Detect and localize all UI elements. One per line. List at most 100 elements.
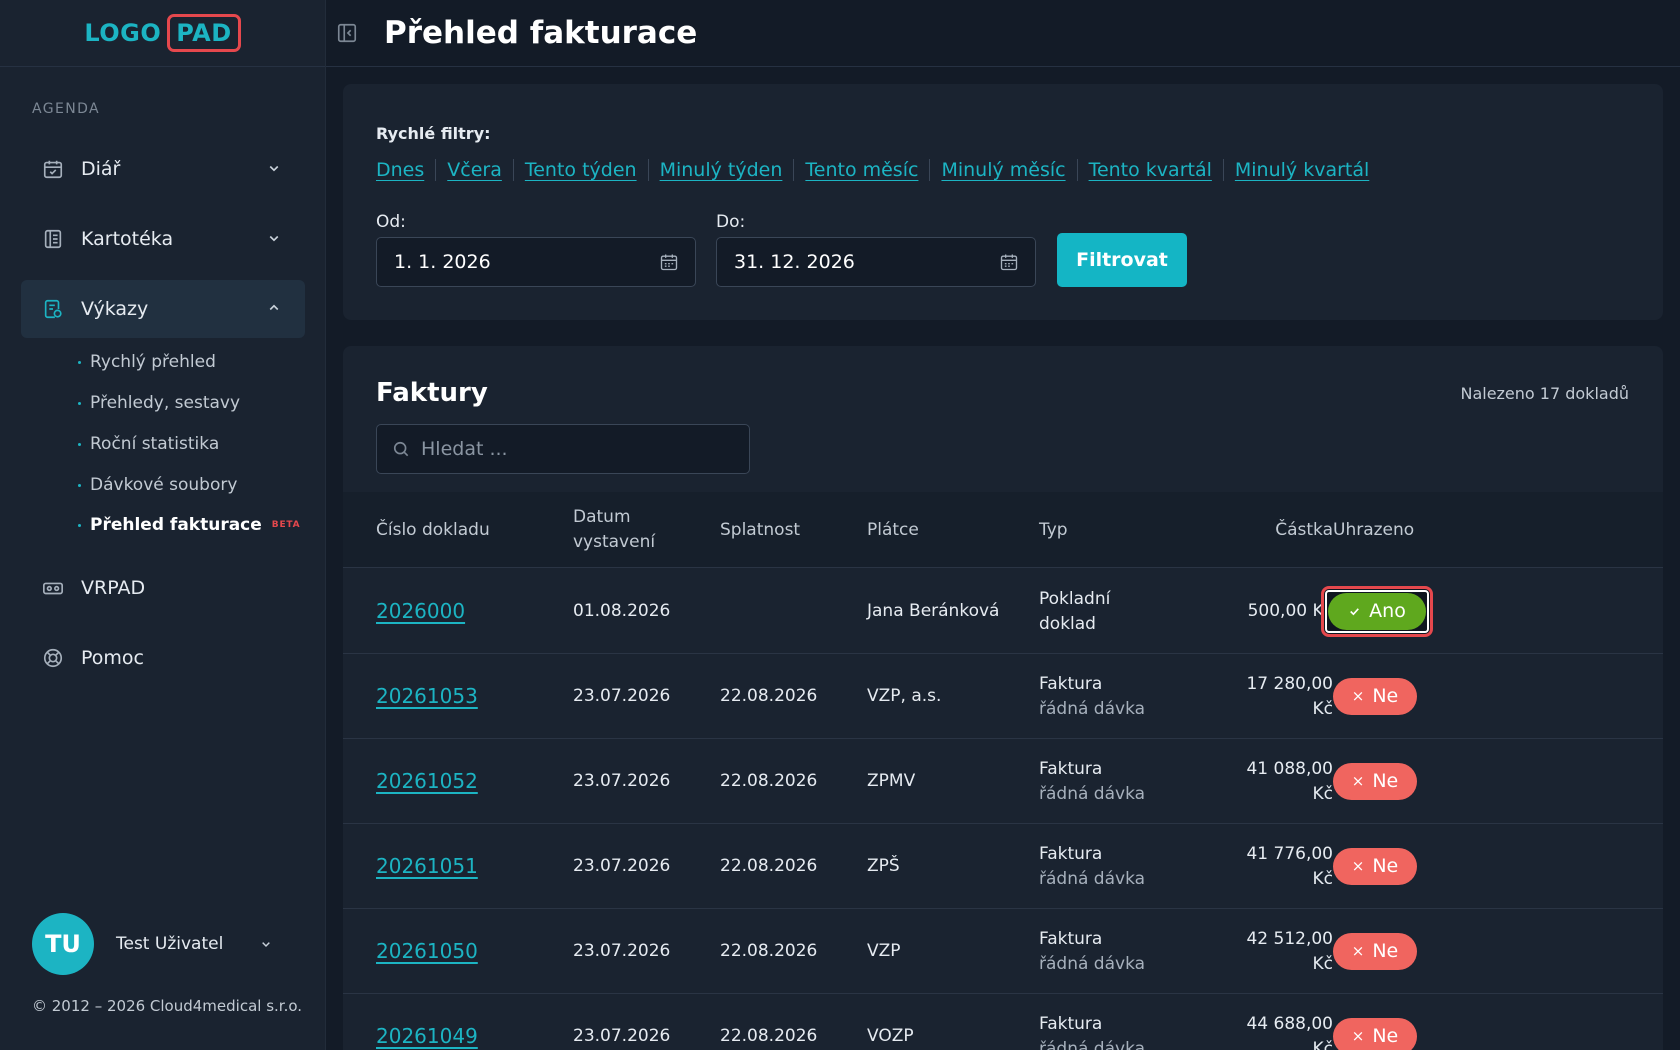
quick-filter-this-week[interactable]: Tento týden (525, 159, 637, 181)
invoice-number-link[interactable]: 20261052 (376, 739, 478, 824)
sidebar-item-label: Výkazy (81, 298, 149, 320)
sidebar-item-kartoteka[interactable]: Kartotéka (21, 210, 305, 268)
paid-cell: × Ne (1333, 994, 1417, 1050)
invoice-number-link[interactable]: 2026000 (376, 569, 465, 654)
subnav-item-rychly-prehled[interactable]: Rychlý přehled (78, 352, 216, 372)
quick-filters: Dnes Včera Tento týden Minulý týden Tent… (376, 159, 1369, 181)
sidebar-item-label: VRPAD (81, 577, 146, 599)
search-icon (393, 441, 409, 457)
subnav-item-prehled-fakturace[interactable]: Přehled fakturace BETA (78, 515, 300, 535)
type: Faktura řádná dávka (1039, 909, 1145, 994)
table-row: 2026000 01.08.2026 Jana Beránková Poklad… (343, 569, 1663, 654)
quick-filter-this-quarter[interactable]: Tento kvartál (1089, 159, 1212, 181)
type-line1: Pokladní (1039, 588, 1111, 609)
quick-filters-title: Rychlé filtry: (376, 124, 491, 143)
paid-badge-no[interactable]: × Ne (1333, 848, 1417, 885)
to-label: Do: (716, 212, 746, 232)
quick-filter-last-week[interactable]: Minulý týden (660, 159, 783, 181)
type: Faktura řádná dávka (1039, 824, 1145, 909)
table-row: 20261049 23.07.2026 22.08.2026 VOZP Fakt… (343, 994, 1663, 1050)
quick-filter-today[interactable]: Dnes (376, 159, 424, 181)
quick-filter-last-month[interactable]: Minulý měsíc (941, 159, 1065, 181)
separator (1076, 159, 1078, 181)
column-header-number[interactable]: Číslo dokladu (376, 492, 490, 568)
filter-button[interactable]: Filtrovat (1057, 233, 1187, 287)
paid-label: Ne (1372, 855, 1399, 877)
amount-value: 41 776,00 (1246, 843, 1333, 864)
logo-area: LOGO PAD (0, 0, 325, 67)
paid-badge-yes[interactable]: Ano (1328, 593, 1426, 630)
column-header-payer[interactable]: Plátce (867, 492, 919, 568)
table-row: 20261052 23.07.2026 22.08.2026 ZPMV Fakt… (343, 739, 1663, 824)
column-header-amount[interactable]: Částka (1183, 492, 1333, 568)
to-date-input[interactable]: 31. 12. 2026 (716, 237, 1036, 287)
column-header-issued-line2: vystavení (573, 532, 656, 552)
amount-currency: Kč (1312, 698, 1334, 719)
due-date: 22.08.2026 (720, 941, 818, 961)
paid-badge-no[interactable]: × Ne (1333, 1018, 1417, 1050)
issued-date: 23.07.2026 (573, 856, 671, 876)
subnav-item-davkove-soubory[interactable]: Dávkové soubory (78, 475, 237, 495)
bullet (78, 401, 81, 405)
sidebar-item-label: Kartotéka (81, 228, 174, 250)
issued-date: 23.07.2026 (573, 771, 671, 791)
quick-filter-this-month[interactable]: Tento měsíc (805, 159, 918, 181)
amount-currency: Kč (1312, 783, 1334, 804)
invoice-number-link[interactable]: 20261051 (376, 824, 478, 909)
subnav-item-prehledy-sestavy[interactable]: Přehledy, sestavy (78, 393, 240, 413)
separator (435, 159, 437, 181)
type-line2: doklad (1039, 613, 1096, 634)
calendar-icon[interactable] (999, 252, 1019, 272)
invoice-number-link[interactable]: 20261049 (376, 994, 478, 1050)
calendar-check-icon (41, 157, 65, 181)
table-row: 20261051 23.07.2026 22.08.2026 ZPŠ Faktu… (343, 824, 1663, 909)
invoice-number-link[interactable]: 20261050 (376, 909, 478, 994)
paid-badge-no[interactable]: × Ne (1333, 933, 1417, 970)
payer: VZP, a.s. (867, 686, 942, 706)
type-line1: Faktura (1039, 673, 1103, 694)
subnav-item-rocni-statistika[interactable]: Roční statistika (78, 434, 219, 454)
bullet (78, 523, 81, 527)
column-header-due[interactable]: Splatnost (720, 492, 800, 568)
column-header-paid[interactable]: Uhrazeno (1333, 492, 1414, 568)
invoice-number-link[interactable]: 20261053 (376, 654, 478, 739)
column-header-issued[interactable]: Datum vystavení (573, 492, 655, 568)
subnav-item-label: Rychlý přehled (90, 352, 216, 372)
quick-filter-yesterday[interactable]: Včera (447, 159, 502, 181)
search-box[interactable] (376, 424, 750, 474)
paid-cell: Ano (1321, 569, 1433, 654)
amount-value: 42 512,00 (1246, 928, 1333, 949)
amount-value: 44 688,00 (1246, 1013, 1333, 1034)
due-date: 22.08.2026 (720, 1026, 818, 1046)
paid-cell: × Ne (1333, 654, 1417, 739)
issued-date: 23.07.2026 (573, 686, 671, 706)
issued-date: 01.08.2026 (573, 601, 671, 621)
type-line2: řádná dávka (1039, 953, 1146, 974)
sidebar: LOGO PAD AGENDA Diář Kartotéka Výkazy Ry… (0, 0, 326, 1050)
column-header-issued-line1: Datum (573, 507, 631, 527)
amount: 42 512,00 Kč (1183, 909, 1333, 994)
calendar-icon[interactable] (659, 252, 679, 272)
chevron-down-icon (262, 942, 270, 948)
from-date-input[interactable]: 1. 1. 2026 (376, 237, 696, 287)
column-header-type[interactable]: Typ (1039, 492, 1068, 568)
due-date: 22.08.2026 (720, 686, 818, 706)
type: Faktura řádná dávka (1039, 654, 1145, 739)
subnav-item-label: Přehled fakturace (90, 515, 262, 535)
logo[interactable]: LOGO PAD (84, 14, 241, 52)
user-menu[interactable]: TU Test Uživatel (32, 912, 292, 976)
amount: 44 688,00 Kč (1183, 994, 1333, 1050)
to-date-value: 31. 12. 2026 (734, 251, 855, 273)
sidebar-item-pomoc[interactable]: Pomoc (21, 629, 305, 687)
quick-filter-last-quarter[interactable]: Minulý kvartál (1235, 159, 1369, 181)
bullet (78, 360, 81, 364)
type: Faktura řádná dávka (1039, 994, 1145, 1050)
paid-badge-no[interactable]: × Ne (1333, 763, 1417, 800)
sidebar-item-vrpad[interactable]: VRPAD (21, 559, 305, 617)
sidebar-item-diar[interactable]: Diář (21, 140, 305, 198)
paid-badge-no[interactable]: × Ne (1333, 678, 1417, 715)
sidebar-collapse-icon[interactable] (336, 22, 358, 44)
due-date: 22.08.2026 (720, 771, 818, 791)
sidebar-item-vykazy[interactable]: Výkazy (21, 280, 305, 338)
search-input[interactable] (421, 438, 741, 460)
